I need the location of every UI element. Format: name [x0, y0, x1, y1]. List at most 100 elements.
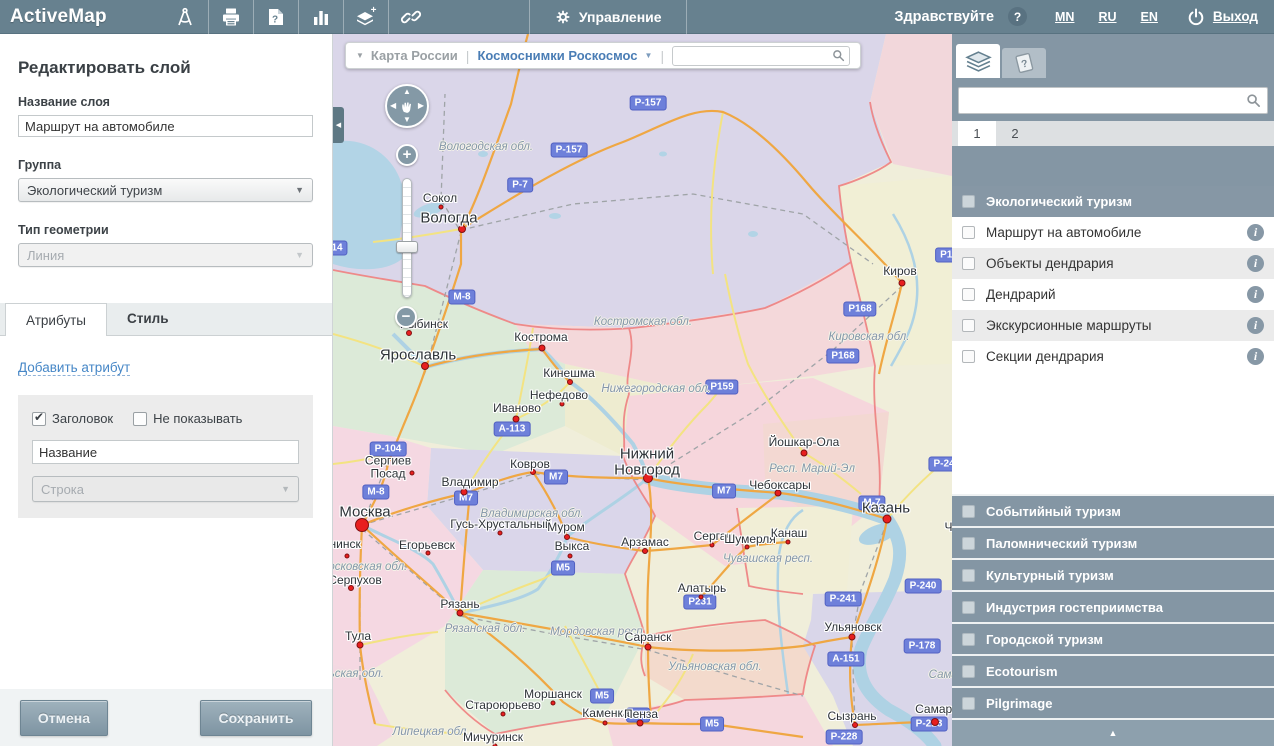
add-attribute-link[interactable]: Добавить атрибут — [18, 360, 130, 376]
base-layer-select[interactable]: ▼ Карта России — [356, 48, 458, 63]
city-label: Нефедово — [530, 388, 588, 402]
city-label: Кострома — [514, 330, 567, 344]
measure-icon[interactable] — [163, 0, 208, 34]
chevron-down-icon: ▼ — [356, 51, 364, 60]
print-icon[interactable] — [208, 0, 253, 34]
layer-name-label: Название слоя — [18, 95, 314, 109]
title-checkbox-label: Заголовок — [52, 411, 113, 426]
save-button[interactable]: Сохранить — [200, 700, 312, 736]
layer-search-input[interactable] — [965, 93, 1246, 108]
pan-left-icon[interactable]: ◀ — [390, 102, 396, 110]
tab-attributes[interactable]: Атрибуты — [5, 303, 107, 336]
edit-layer-panel: Редактировать слой Название слоя Группа … — [0, 34, 333, 746]
chevron-up-icon: ▲ — [1109, 728, 1118, 738]
attribute-name-field[interactable] — [32, 440, 299, 464]
zoom-slider-handle[interactable] — [396, 241, 418, 253]
add-layer-icon[interactable]: + — [343, 0, 388, 34]
layer-info-icon[interactable]: i — [1247, 255, 1264, 272]
city-label: Москва — [339, 504, 390, 521]
pan-control[interactable]: ▲ ▼ ◀ ▶ — [385, 84, 429, 128]
group-select[interactable]: Экологический туризм ▼ — [18, 178, 313, 202]
layer-checkbox[interactable] — [962, 319, 975, 332]
city-dot — [786, 540, 791, 545]
map-search-input[interactable] — [677, 49, 832, 63]
layer-name-field[interactable] — [18, 115, 313, 137]
region-label: Нижегородская обл. — [601, 383, 710, 395]
layer-label: Дендрарий — [986, 287, 1056, 302]
lang-link-ru[interactable]: RU — [1098, 10, 1116, 24]
group-header[interactable]: Ecotourism — [952, 654, 1274, 686]
layer-checkbox[interactable] — [962, 226, 975, 239]
hide-checkbox[interactable] — [133, 412, 147, 426]
layer-info-icon[interactable]: i — [1247, 348, 1264, 365]
group-checkbox[interactable] — [962, 505, 975, 518]
tab-layers[interactable] — [956, 44, 1000, 78]
city-label: Сызрань — [827, 709, 876, 723]
group-header[interactable]: Паломнический туризм — [952, 526, 1274, 558]
zoom-in-button[interactable]: + — [396, 144, 418, 166]
layer-row[interactable]: Экскурсионные маршрутыi — [952, 310, 1274, 341]
region-label: Московская обл. — [333, 561, 407, 573]
app-logo: ActiveMap — [10, 6, 107, 28]
collapse-panel-tab[interactable]: ◀ — [333, 107, 344, 143]
layer-row[interactable]: Маршрут на автомобилеi — [952, 217, 1274, 248]
tab-legend[interactable]: ? — [1002, 48, 1046, 78]
lang-link-en[interactable]: EN — [1141, 10, 1158, 24]
city-label: Канаш — [771, 526, 808, 540]
region-label: Костромская обл. — [594, 316, 692, 328]
title-checkbox[interactable] — [32, 412, 46, 426]
group-header[interactable]: Pilgrimage — [952, 686, 1274, 718]
group-checkbox[interactable] — [962, 195, 975, 208]
lang-link-mn[interactable]: MN — [1055, 10, 1074, 24]
city-label: Рязань — [440, 597, 479, 611]
layer-checkbox[interactable] — [962, 288, 975, 301]
logout-button[interactable]: Выход — [1186, 7, 1258, 27]
city-dot — [899, 280, 906, 287]
zoom-out-button[interactable]: − — [395, 306, 417, 328]
group-checkbox[interactable] — [962, 697, 975, 710]
group-checkbox[interactable] — [962, 569, 975, 582]
scroll-up-button[interactable]: ▲ — [952, 718, 1274, 746]
layer-row[interactable]: Объекты дендрарияi — [952, 248, 1274, 279]
tab-style[interactable]: Стиль — [107, 302, 189, 335]
map-area[interactable]: Р-157Р-157Р-7М-8Р168Р168Р159Р15Р-104А-11… — [333, 34, 952, 746]
layer-row[interactable]: Секции дендрарияi — [952, 341, 1274, 372]
group-checkbox[interactable] — [962, 633, 975, 646]
layer-checkbox[interactable] — [962, 257, 975, 270]
pan-right-icon[interactable]: ▶ — [418, 102, 424, 110]
page-tab-2[interactable]: 2 — [996, 121, 1034, 146]
svg-text:+: + — [370, 6, 376, 16]
city-label: Саранск — [625, 630, 672, 644]
pan-up-icon[interactable]: ▲ — [403, 88, 411, 96]
group-label: Событийный туризм — [986, 504, 1121, 519]
page-tab-1[interactable]: 1 — [958, 121, 996, 146]
city-label: Ярославль — [380, 347, 456, 364]
group-header[interactable]: Индустрия гостеприимства — [952, 590, 1274, 622]
layer-row[interactable]: Дендрарий i — [952, 279, 1274, 310]
overlay-layer-select[interactable]: Космоснимки Роскосмос ▼ — [477, 48, 652, 63]
region-label: Кировская обл. — [829, 331, 910, 343]
help-badge[interactable]: ? — [1008, 7, 1027, 26]
layer-info-icon[interactable]: i — [1247, 317, 1264, 334]
city-label: Сокол — [423, 191, 457, 205]
city-label: Мичуринск — [463, 730, 523, 744]
group-header[interactable]: Событийный туризм — [952, 494, 1274, 526]
group-header[interactable]: Экологический туризм — [952, 186, 1274, 217]
group-header[interactable]: Городской туризм — [952, 622, 1274, 654]
layer-checkbox[interactable] — [962, 350, 975, 363]
group-checkbox[interactable] — [962, 537, 975, 550]
link-icon[interactable] — [388, 0, 433, 34]
road-badge: Р-228 — [911, 717, 948, 732]
chart-icon[interactable] — [298, 0, 343, 34]
layer-info-icon[interactable]: i — [1247, 286, 1264, 303]
group-checkbox[interactable] — [962, 665, 975, 678]
zoom-slider[interactable] — [402, 178, 412, 298]
group-checkbox[interactable] — [962, 601, 975, 614]
report-icon[interactable]: ? — [253, 0, 298, 34]
layer-info-icon[interactable]: i — [1247, 224, 1264, 241]
management-button[interactable]: Управление — [529, 0, 687, 34]
cancel-button[interactable]: Отмена — [20, 700, 108, 736]
road-badge: А-151 — [827, 652, 864, 667]
pan-down-icon[interactable]: ▼ — [403, 116, 411, 124]
group-header[interactable]: Культурный туризм — [952, 558, 1274, 590]
